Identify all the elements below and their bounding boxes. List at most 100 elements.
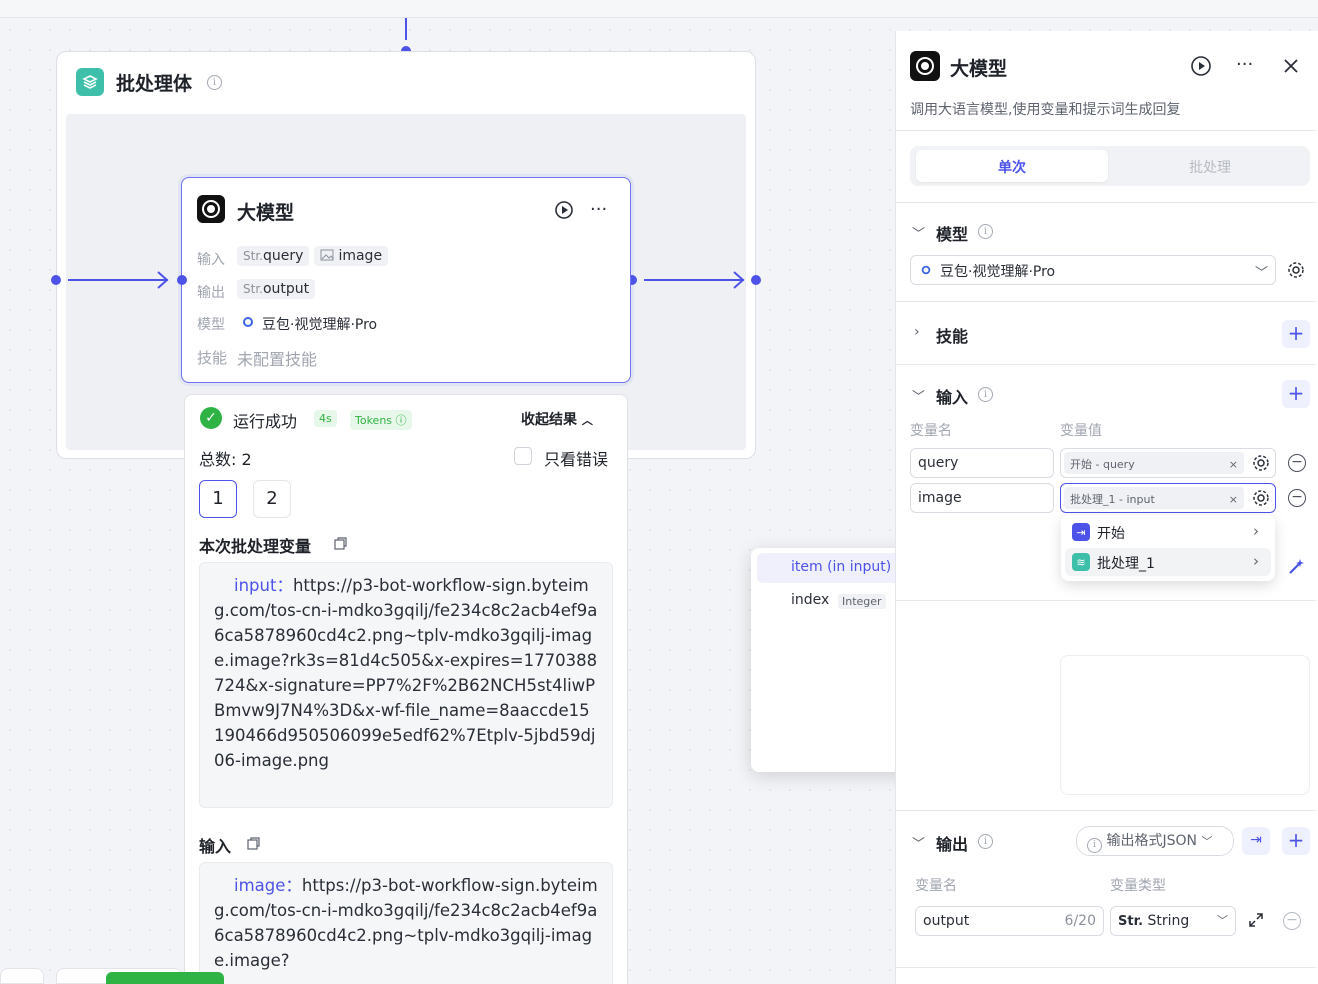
output-name: output [262,281,310,297]
input-query-name: query [262,248,304,264]
batch-icon: ≋ [1072,553,1090,571]
expand-icon[interactable] [1248,912,1264,928]
input-name-field[interactable]: image [910,483,1054,513]
batch-vars-title: 本次批处理变量 [199,537,312,556]
output-type-value: String [1147,913,1190,929]
batch-icon [76,68,104,96]
input-ref-field[interactable]: 批处理_1 - input × [1060,483,1276,513]
output-tag: Str.output [237,279,316,299]
gear-icon[interactable] [1252,454,1270,472]
arrow-right-icon [157,271,169,289]
input-section-title: 输入 [936,388,969,407]
output-name-field[interactable]: output 6/20 [915,906,1104,936]
more-icon[interactable]: ··· [590,199,607,220]
divider [896,364,1316,365]
batch-title: 批处理体 [116,73,193,95]
chevron-right-icon[interactable]: › [914,324,920,340]
node-output-label: 输出 [197,285,225,301]
str-type-label: Str. [243,249,263,263]
info-icon: i [1087,838,1102,853]
add-skill-button[interactable]: + [1282,320,1310,348]
col-value-header: 变量值 [1060,423,1102,439]
run-time-badge: 4s [314,410,337,427]
batch-right-port[interactable] [751,275,761,285]
chevron-down-icon[interactable]: ﹀ [912,386,925,405]
output-type-select[interactable]: Str. String ﹀ [1110,906,1236,936]
clear-icon[interactable]: × [1229,456,1238,471]
node-input-port[interactable] [177,275,187,285]
option-index-name: index [791,592,830,608]
batch-left-port[interactable] [51,275,61,285]
chevron-down-icon: ﹀ [1217,914,1228,927]
add-input-button[interactable]: + [1282,380,1310,408]
tokens-badge[interactable]: Tokens ⓘ [350,410,412,430]
chevron-down-icon[interactable]: ﹀ [912,833,925,852]
divider [896,600,1316,601]
input-image-name: image [338,248,383,264]
divider [896,810,1316,811]
add-output-button[interactable]: + [1282,827,1310,855]
left-edge-line [68,279,168,281]
collapse-result-button[interactable]: 收起结果 ︿ [521,409,593,429]
gear-icon[interactable] [1252,489,1270,507]
close-icon[interactable] [1283,58,1299,74]
panel-description: 调用大语言模型,使用变量和提示词生成回复 [910,102,1181,118]
prompt-editor-box[interactable] [1060,655,1310,795]
success-check-icon: ✓ [200,407,222,429]
var-value: https://p3-bot-workflow-sign.byteimg.com… [214,576,598,770]
chevron-down-icon[interactable]: ﹀ [912,223,925,242]
collapse-label: 收起结果 [521,412,577,428]
minimap-toggle[interactable] [0,968,44,984]
remove-output-icon[interactable]: − [1283,912,1301,930]
node-title: 大模型 [237,202,295,224]
divider [896,967,1316,968]
page-1-button[interactable]: 1 [199,480,237,518]
output-import-button[interactable]: ⇥ [1242,827,1270,855]
copy-icon[interactable] [334,537,347,550]
divider [896,130,1316,131]
skill-section-title: 技能 [936,327,969,346]
input-ref-field[interactable]: 开始 - query × [1060,448,1276,478]
ref-tag: 开始 - query [1070,458,1135,471]
top-toolbar-strip [0,0,1318,18]
doubao-icon [919,264,931,276]
str-type-label: Str. [1118,914,1144,929]
output-format-select[interactable]: i 输出格式JSON ﹀ [1076,826,1234,856]
chevron-down-icon: ﹀ [1255,266,1269,281]
info-icon[interactable]: i [978,224,993,239]
magic-wand-icon[interactable] [1286,557,1306,577]
output-format-label: 输出格式JSON [1106,833,1197,849]
input-name-field[interactable]: query [910,448,1054,478]
only-errors-label: 只看错误 [544,450,609,469]
output-name-value: output [923,913,970,929]
remove-row-icon[interactable]: − [1288,489,1306,507]
batch-vars-code: input：https://p3-bot-workflow-sign.bytei… [199,562,613,808]
node-model-label: 模型 [197,317,225,333]
tab-batch[interactable]: 批处理 [1114,157,1306,177]
node-input-label: 输入 [197,252,225,268]
menu-item-batch[interactable] [1065,548,1271,576]
menu-item-start[interactable] [1065,519,1271,547]
copy-icon[interactable] [247,837,260,850]
info-icon[interactable]: i [207,75,222,90]
gear-icon[interactable] [1287,261,1305,279]
more-icon[interactable]: ··· [1236,54,1253,75]
start-node-icon: ⇥ [1072,523,1090,541]
out-col-name-header: 变量名 [915,878,957,894]
model-section-title: 模型 [936,225,969,244]
clear-icon[interactable]: × [1229,491,1238,506]
arrow-right-icon [733,271,745,289]
col-name-header: 变量名 [910,423,952,439]
only-errors-checkbox[interactable] [514,447,532,465]
chevron-up-icon: ︿ [581,414,593,427]
llm-icon [910,51,940,81]
info-icon[interactable]: i [978,834,993,849]
tokens-label: Tokens [355,414,393,427]
play-icon[interactable] [554,200,574,220]
info-icon[interactable]: i [978,387,993,402]
remove-row-icon[interactable]: − [1288,454,1306,472]
total-count: 总数: 2 [199,450,252,469]
doubao-icon [240,315,253,329]
page-2-button[interactable]: 2 [253,480,291,518]
play-icon[interactable] [1190,55,1212,77]
